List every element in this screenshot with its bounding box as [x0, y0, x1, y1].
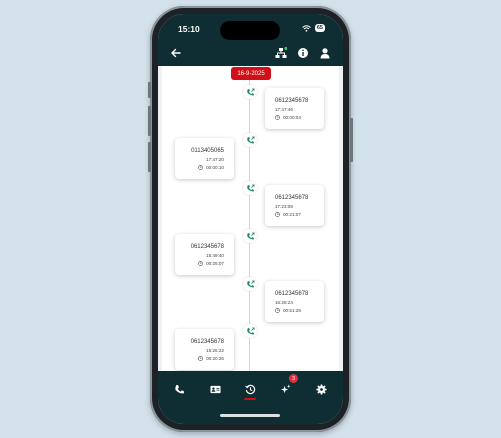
- outgoing-call-icon: [246, 183, 255, 191]
- call-node: [243, 229, 257, 243]
- outgoing-call-icon: [246, 87, 255, 95]
- duration-value: 00:20:26: [206, 356, 224, 361]
- active-tab-indicator: [244, 398, 256, 400]
- nav-contacts[interactable]: [208, 382, 222, 396]
- app-header: 15:10 65: [158, 14, 343, 66]
- history-icon: [244, 384, 255, 394]
- call-card[interactable]: 0612345678 17:47:46 00:00:04: [265, 88, 324, 129]
- call-duration: 00:21:07: [275, 212, 301, 217]
- outgoing-call-icon: [246, 279, 255, 287]
- side-button: [350, 118, 353, 162]
- dynamic-island: [220, 21, 280, 40]
- outgoing-call-icon: [246, 135, 255, 143]
- battery-icon: 65: [314, 24, 325, 32]
- wifi-icon: [302, 24, 311, 32]
- call-time: 16:28:24: [275, 300, 293, 305]
- call-node: [243, 277, 257, 291]
- duration-value: 00:21:07: [283, 212, 301, 217]
- call-card[interactable]: 0113405065 17:47:20 00:00:10: [175, 138, 234, 179]
- network-icon[interactable]: [275, 47, 287, 59]
- call-card[interactable]: 0612345678 17:23:08 00:21:07: [265, 185, 324, 226]
- call-duration: 00:20:26: [198, 356, 224, 361]
- call-duration: 00:51:29: [275, 308, 301, 313]
- nav-ai[interactable]: [278, 382, 292, 396]
- clock-icon: [198, 165, 203, 170]
- date-badge: 16-9-2025: [231, 67, 271, 80]
- status-icons: 65: [302, 24, 325, 32]
- call-node: [243, 181, 257, 195]
- call-time: 17:47:46: [275, 107, 293, 112]
- nav-phone[interactable]: [172, 382, 186, 396]
- outgoing-call-icon: [246, 326, 255, 334]
- scroll-edge: [158, 66, 162, 371]
- nav-settings[interactable]: [314, 382, 328, 396]
- clock-icon: [275, 308, 280, 313]
- user-icon[interactable]: [319, 47, 331, 59]
- call-card[interactable]: 0612345678 15:25:22 00:20:26: [175, 329, 234, 370]
- call-time: 15:25:22: [206, 348, 224, 353]
- nav-history[interactable]: [243, 382, 257, 396]
- scroll-edge: [339, 66, 343, 371]
- call-time: 17:23:08: [275, 204, 293, 209]
- phone-number: 0612345678: [275, 195, 309, 201]
- side-button: [148, 142, 151, 172]
- call-time: 17:47:20: [206, 157, 224, 162]
- call-node: [243, 133, 257, 147]
- call-node: [243, 324, 257, 338]
- status-time: 15:10: [178, 24, 200, 34]
- duration-value: 00:00:10: [206, 165, 224, 170]
- phone-number: 0612345678: [275, 291, 309, 297]
- side-button: [148, 82, 151, 98]
- call-duration: 00:25:07: [198, 261, 224, 266]
- clock-icon: [198, 261, 203, 266]
- phone-number: 0612345678: [275, 98, 309, 104]
- notification-badge: 3: [289, 374, 298, 383]
- call-duration: 00:00:04: [275, 115, 301, 120]
- call-card[interactable]: 0612345678 16:28:24 00:51:29: [265, 281, 324, 322]
- info-icon[interactable]: [297, 47, 309, 59]
- clock-icon: [275, 115, 280, 120]
- phone-number: 0612345678: [190, 244, 224, 250]
- contacts-icon: [209, 385, 221, 393]
- outgoing-call-icon: [246, 231, 255, 239]
- clock-icon: [275, 212, 280, 217]
- phone-screen: 15:10 65 16-9-2025 0612345678 17:47:46 0…: [158, 14, 343, 424]
- phone-number: 0113405065: [191, 148, 224, 154]
- side-button: [148, 106, 151, 136]
- phone-number: 0612345678: [190, 339, 224, 345]
- call-time: 15:49:40: [206, 253, 224, 258]
- home-indicator[interactable]: [220, 414, 280, 417]
- call-duration: 00:00:10: [198, 165, 224, 170]
- settings-icon: [315, 383, 327, 395]
- duration-value: 00:00:04: [283, 115, 301, 120]
- call-card[interactable]: 0612345678 15:49:40 00:25:07: [175, 234, 234, 275]
- duration-value: 00:51:29: [283, 308, 301, 313]
- arrow-left-icon[interactable]: [170, 47, 182, 59]
- call-node: [243, 85, 257, 99]
- duration-value: 00:25:07: [206, 261, 224, 266]
- phone-icon: [174, 384, 184, 393]
- clock-icon: [198, 356, 203, 361]
- ai-sparkle-icon: [280, 383, 291, 393]
